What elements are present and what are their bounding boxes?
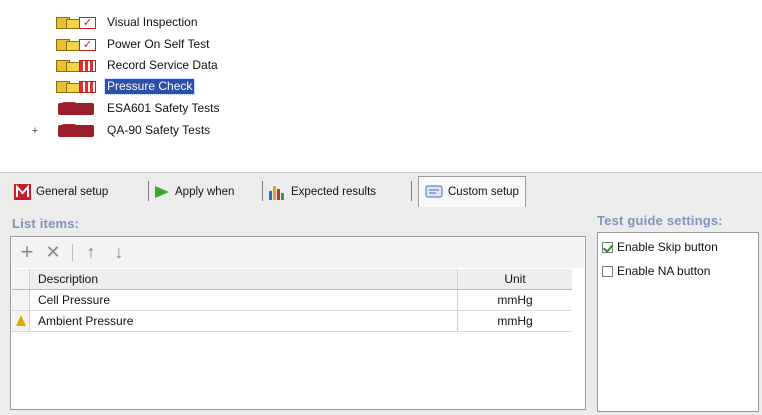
data-form-icon (56, 59, 100, 73)
test-guide-settings-box: Enable Skip button Enable NA button (597, 232, 759, 412)
custom-setup-icon (425, 185, 443, 198)
enable-skip-option[interactable]: Enable Skip button (602, 239, 718, 255)
delete-icon[interactable]: ✕ (42, 241, 64, 263)
move-down-icon[interactable]: ↓ (108, 241, 130, 263)
tree-item-pressure-check[interactable]: Pressure Check (56, 78, 196, 95)
column-header-unit[interactable]: Unit (457, 269, 572, 289)
tree-item-record-service-data[interactable]: Record Service Data (56, 57, 220, 74)
tree-item-label: Pressure Check (103, 78, 196, 95)
tree-item-label: ESA601 Safety Tests (107, 101, 220, 115)
column-header-description[interactable]: Description (38, 269, 453, 289)
tab-custom-setup[interactable]: Custom setup (418, 176, 526, 207)
list-items-title: List items: (12, 216, 80, 231)
enable-skip-label: Enable Skip button (617, 240, 718, 254)
table-row[interactable]: Ambient Pressure mmHg (12, 311, 572, 332)
checklist-icon: ✓ (56, 38, 100, 52)
tree-item-label: Visual Inspection (107, 15, 198, 29)
expected-results-icon (269, 186, 284, 200)
test-guide-settings-title: Test guide settings: (597, 213, 723, 228)
description-cell[interactable]: Ambient Pressure (38, 311, 453, 331)
tree-item-label: Power On Self Test (107, 37, 210, 51)
tab-label: Apply when (175, 186, 235, 198)
tab-label: Custom setup (448, 186, 519, 198)
unit-cell[interactable]: mmHg (457, 311, 572, 331)
tree-item-qa90-safety-tests[interactable]: QA-90 Safety Tests (56, 122, 212, 139)
table-row[interactable]: Cell Pressure mmHg (12, 290, 572, 311)
data-form-icon (56, 80, 100, 94)
description-cell[interactable]: Cell Pressure (38, 290, 453, 310)
tree-item-visual-inspection[interactable]: ✓ Visual Inspection (56, 14, 200, 31)
tab-label: Expected results (291, 186, 377, 198)
enable-na-checkbox[interactable] (602, 265, 613, 277)
tree-item-label: QA-90 Safety Tests (107, 123, 211, 137)
tab-label: General setup (36, 186, 109, 198)
general-setup-icon (14, 184, 31, 200)
current-row-icon (16, 315, 26, 326)
tab-general-setup[interactable]: General setup (14, 179, 108, 205)
expand-icon[interactable]: + (30, 126, 40, 137)
list-toolbar: + ✕ ↑ ↓ (12, 238, 584, 268)
checklist-icon: ✓ (56, 16, 100, 30)
enable-na-option[interactable]: Enable NA button (602, 263, 710, 279)
grid-header-row: Description Unit (12, 269, 572, 290)
move-up-icon[interactable]: ↑ (80, 241, 102, 263)
test-tree: ✓ Visual Inspection ✓ Power On Self Test… (0, 0, 762, 168)
list-items-box: + ✕ ↑ ↓ Description Unit Cell Pressure m… (10, 236, 586, 410)
tab-expected-results[interactable]: Expected results (268, 179, 376, 205)
enable-skip-checkbox[interactable] (602, 241, 613, 253)
unit-cell[interactable]: mmHg (457, 290, 572, 310)
tab-apply-when[interactable]: Apply when (154, 179, 234, 205)
add-icon[interactable]: + (16, 241, 38, 263)
tree-item-esa601-safety-tests[interactable]: ESA601 Safety Tests (56, 100, 222, 117)
apply-when-icon (155, 186, 169, 198)
folder-icon (56, 101, 100, 116)
tree-item-power-on-self-test[interactable]: ✓ Power On Self Test (56, 36, 212, 53)
folder-icon (56, 123, 100, 138)
enable-na-label: Enable NA button (617, 264, 711, 278)
tab-bar: General setup Apply when Expected result… (0, 172, 762, 209)
tree-item-label: Record Service Data (107, 58, 218, 72)
